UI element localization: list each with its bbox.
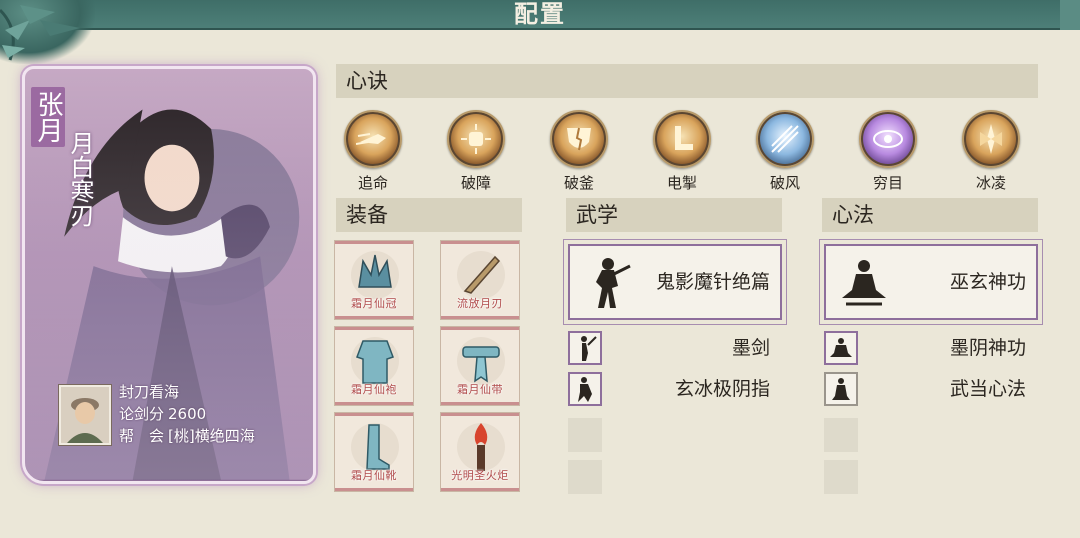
sword-figure-icon	[568, 331, 602, 365]
skill-label: 破釜	[563, 174, 594, 192]
wuxue-sub-name: 玄冰极阴指	[674, 378, 770, 400]
section-xinjue-header: 心诀	[336, 64, 1038, 98]
skill-label: 电掣	[666, 174, 697, 192]
character-title: 月白寒刃	[66, 131, 94, 227]
wuxue-main-slot[interactable]: 鬼影魔针绝篇	[568, 244, 782, 320]
top-banner: 配置	[0, 0, 1080, 30]
section-xinfa-header: 心法	[822, 198, 1038, 232]
skill-dianche[interactable]: 电掣	[647, 110, 717, 193]
player-score: 论剑分 2600	[119, 403, 259, 425]
equip-slot-boots[interactable]: 霜月仙靴	[334, 412, 414, 492]
wuxue-sub-name: 墨剑	[731, 337, 770, 359]
finger-strike-figure-icon	[568, 372, 602, 406]
fist-burst-icon	[447, 110, 505, 168]
skill-label: 破障	[460, 174, 491, 192]
wuxue-main-name: 鬼影魔针绝篇	[655, 271, 770, 293]
xinfa-empty-slot-2[interactable]	[824, 460, 858, 494]
equip-slot-weapon[interactable]: 流放月刃	[440, 240, 520, 320]
xinfa-sub-name: 墨阴神功	[949, 337, 1026, 359]
banner-leaf-decoration	[0, 0, 95, 64]
seated-sage-icon	[824, 372, 858, 406]
player-nickname: 封刀看海	[119, 383, 180, 401]
meditating-figure-icon	[842, 260, 886, 306]
xinfa-main-name: 巫玄神功	[949, 271, 1026, 293]
guild-label: 帮 会	[119, 427, 165, 445]
equipment-grid: 霜月仙冠 流放月刃 霜月仙袍 霜月仙带 霜月仙靴 光明圣火炬	[334, 240, 524, 495]
character-name: 张月	[31, 87, 65, 147]
skill-zhuiming[interactable]: 追命	[338, 110, 408, 193]
xinfa-sub-name: 武当心法	[949, 378, 1026, 400]
wuxue-empty-slot-1[interactable]	[568, 418, 602, 452]
skill-label: 冰凌	[975, 174, 1006, 192]
xinfa-sub-slot-1[interactable]: 墨阴神功	[824, 331, 1038, 365]
score-label: 论剑分	[119, 405, 165, 423]
martial-artist-icon	[596, 258, 631, 308]
eye-icon	[859, 110, 917, 168]
equip-slot-body[interactable]: 霜月仙袍	[334, 326, 414, 406]
section-equipment-header: 装备	[336, 198, 522, 232]
section-wuxue-header: 武学	[566, 198, 782, 232]
skill-pofu[interactable]: 破釜	[544, 110, 614, 193]
player-avatar[interactable]	[59, 385, 111, 445]
wind-slash-icon	[756, 110, 814, 168]
equip-slot-belt[interactable]: 霜月仙带	[440, 326, 520, 406]
guild-value: [桃]横绝四海	[168, 427, 255, 445]
player-info: 封刀看海 论剑分 2600 帮 会 [桃]横绝四海	[59, 381, 309, 473]
equip-slot-head[interactable]: 霜月仙冠	[334, 240, 414, 320]
equip-label: 光明圣火炬	[451, 469, 509, 482]
player-guild: 帮 会 [桃]横绝四海	[119, 425, 259, 447]
skill-bingling[interactable]: 冰凌	[956, 110, 1026, 193]
skill-pofeng[interactable]: 破风	[750, 110, 820, 193]
skill-pozhang[interactable]: 破障	[441, 110, 511, 193]
equip-label: 流放月刃	[457, 297, 503, 310]
banner-right-decoration	[1060, 0, 1080, 30]
shield-break-icon	[550, 110, 608, 168]
xinfa-sub-slot-2[interactable]: 武当心法	[824, 372, 1038, 406]
skill-label: 追命	[357, 174, 388, 192]
page-title: 配置	[514, 0, 566, 28]
skill-row: 追命 破障 破釜 电掣 破风 穷目 冰凌	[338, 110, 1038, 196]
lightning-boot-icon	[653, 110, 711, 168]
skill-label: 破风	[769, 174, 800, 192]
skill-label: 穷目	[872, 174, 903, 192]
character-card[interactable]: 张月 月白寒刃 封刀看海 论剑分 2600 帮 会 [桃]横绝四海	[22, 66, 316, 484]
score-value: 2600	[168, 405, 207, 423]
equip-label: 霜月仙冠	[351, 297, 397, 310]
wuxue-sub-slot-2[interactable]: 玄冰极阴指	[568, 372, 782, 406]
equip-label: 霜月仙袍	[351, 383, 397, 396]
meditation-icon	[824, 331, 858, 365]
equip-slot-accessory[interactable]: 光明圣火炬	[440, 412, 520, 492]
skill-qiongmu[interactable]: 穷目	[853, 110, 923, 193]
running-fist-icon	[344, 110, 402, 168]
wuxue-empty-slot-2[interactable]	[568, 460, 602, 494]
equip-label: 霜月仙带	[457, 383, 503, 396]
wuxue-sub-slot-1[interactable]: 墨剑	[568, 331, 782, 365]
equip-label: 霜月仙靴	[351, 469, 397, 482]
ice-crystal-icon	[962, 110, 1020, 168]
xinfa-empty-slot-1[interactable]	[824, 418, 858, 452]
xinfa-main-slot[interactable]: 巫玄神功	[824, 244, 1038, 320]
